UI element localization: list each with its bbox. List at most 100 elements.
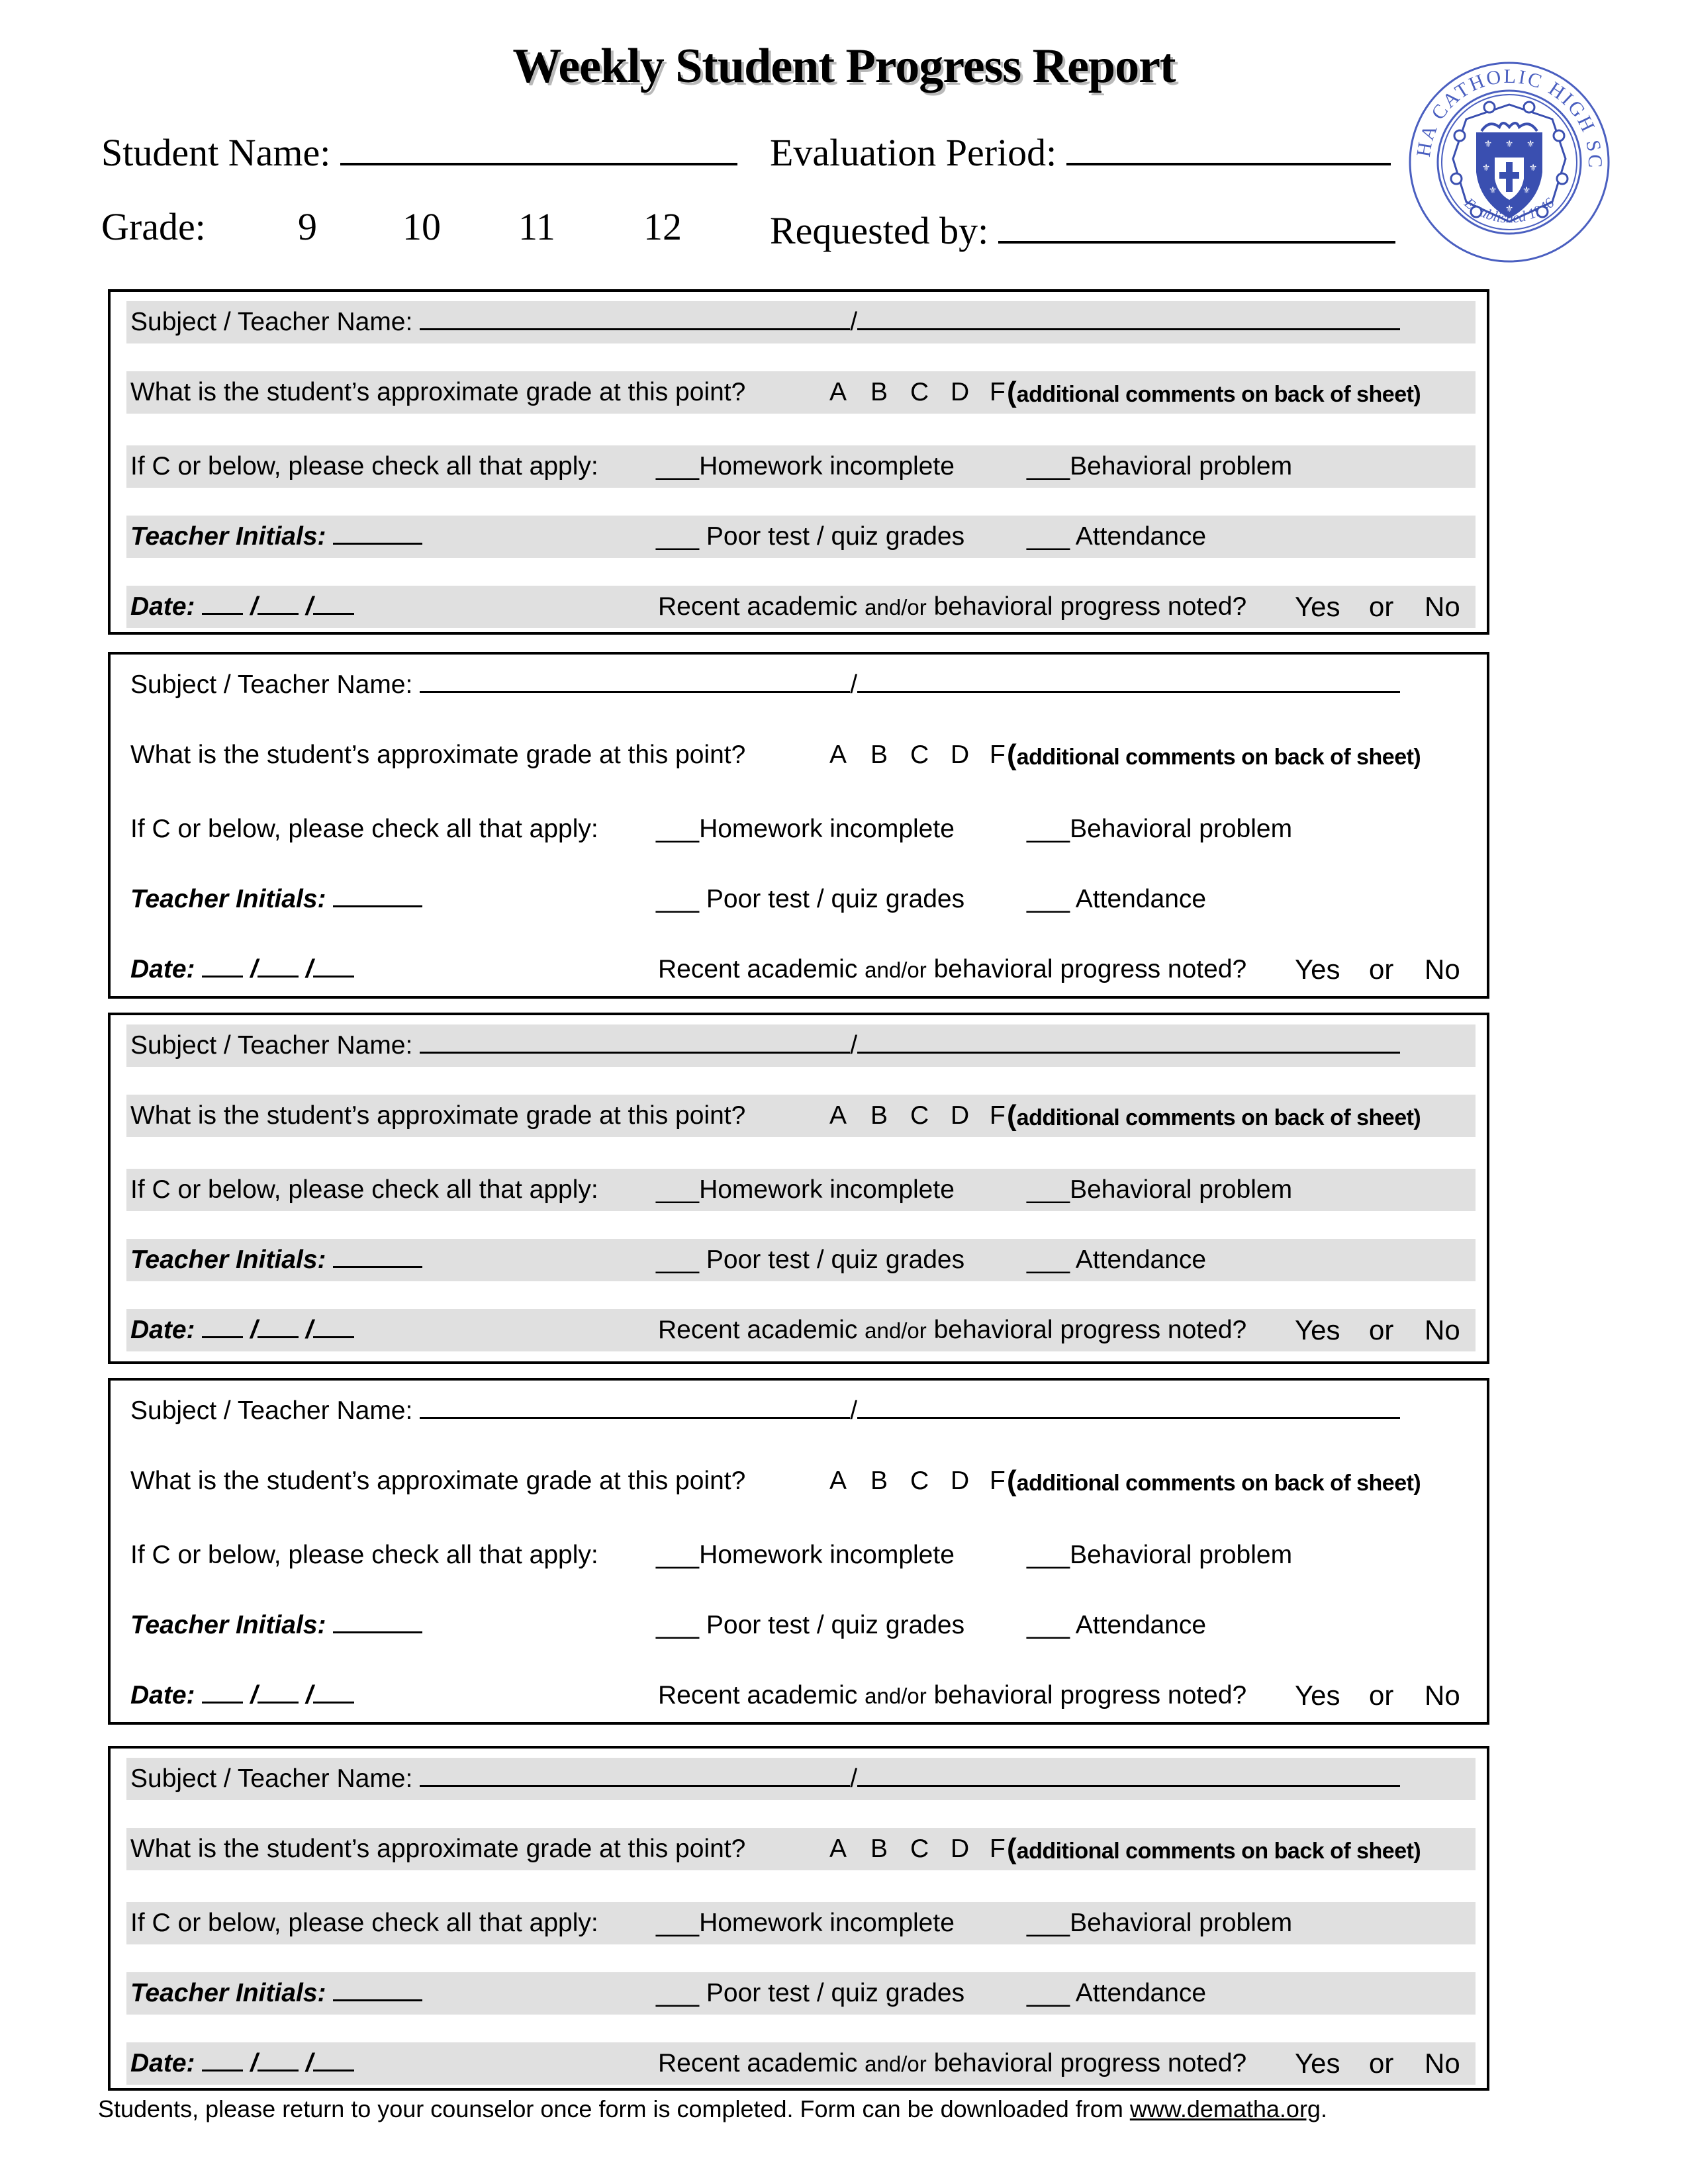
poor-test-option[interactable]: ___ Poor test / quiz grades (656, 1972, 964, 2015)
homework-incomplete-option[interactable]: ___Homework incomplete (656, 1902, 955, 1944)
poor-test-checkbox-blank[interactable]: ___ (656, 1246, 699, 1274)
grade-option-9[interactable]: 9 (298, 208, 317, 246)
grade-letter-d[interactable]: D (951, 1460, 969, 1502)
date-year-field[interactable] (312, 590, 354, 615)
date-month-field[interactable] (202, 1679, 244, 1704)
grade-letter-b[interactable]: B (870, 371, 888, 414)
grade-letter-a[interactable]: A (829, 1460, 847, 1502)
teacher-initials-field[interactable] (333, 1244, 423, 1268)
progress-no-option[interactable]: No (1425, 2042, 1460, 2085)
grade-letter-a[interactable]: A (829, 1828, 847, 1870)
teacher-initials-field[interactable] (333, 520, 423, 545)
website-link[interactable]: www.dematha.org (1130, 2095, 1321, 2122)
behavioral-checkbox-blank[interactable]: ___ (1027, 1909, 1070, 1937)
date-day-field[interactable] (258, 2047, 299, 2071)
date-day-field[interactable] (258, 590, 299, 615)
grade-letter-b[interactable]: B (870, 1460, 888, 1502)
progress-yes-option[interactable]: Yes (1295, 586, 1340, 628)
grade-letter-f[interactable]: F (990, 1095, 1006, 1137)
teacher-initials-field[interactable] (333, 883, 423, 907)
grade-option-10[interactable]: 10 (402, 208, 441, 246)
poor-test-option[interactable]: ___ Poor test / quiz grades (656, 516, 964, 558)
poor-test-option[interactable]: ___ Poor test / quiz grades (656, 878, 964, 921)
attendance-checkbox-blank[interactable]: ___ (1027, 1246, 1070, 1274)
behavioral-checkbox-blank[interactable]: ___ (1027, 452, 1070, 480)
date-year-field[interactable] (312, 1679, 354, 1704)
date-day-field[interactable] (258, 1314, 299, 1338)
teacher-name-field[interactable] (857, 306, 1401, 330)
student-name-field[interactable] (340, 130, 737, 165)
date-month-field[interactable] (202, 953, 244, 978)
evaluation-period-field[interactable] (1066, 130, 1391, 165)
behavioral-checkbox-blank[interactable]: ___ (1027, 1541, 1070, 1569)
date-month-field[interactable] (202, 590, 244, 615)
behavioral-problem-option[interactable]: ___Behavioral problem (1027, 808, 1292, 850)
requested-by-field[interactable] (998, 208, 1395, 244)
grade-letter-f[interactable]: F (990, 371, 1006, 414)
homework-checkbox-blank[interactable]: ___ (656, 815, 699, 843)
teacher-name-field[interactable] (857, 1029, 1401, 1054)
teacher-name-field[interactable] (857, 668, 1401, 693)
teacher-name-field[interactable] (857, 1394, 1401, 1419)
attendance-checkbox-blank[interactable]: ___ (1027, 522, 1070, 551)
progress-no-option[interactable]: No (1425, 948, 1460, 991)
teacher-name-field[interactable] (857, 1762, 1401, 1787)
grade-letter-b[interactable]: B (870, 734, 888, 776)
attendance-checkbox-blank[interactable]: ___ (1027, 1611, 1070, 1639)
grade-option-11[interactable]: 11 (518, 208, 555, 246)
grade-letter-f[interactable]: F (990, 734, 1006, 776)
grade-letter-d[interactable]: D (951, 1095, 969, 1137)
homework-incomplete-option[interactable]: ___Homework incomplete (656, 808, 955, 850)
homework-incomplete-option[interactable]: ___Homework incomplete (656, 1534, 955, 1576)
attendance-checkbox-blank[interactable]: ___ (1027, 885, 1070, 913)
homework-checkbox-blank[interactable]: ___ (656, 452, 699, 480)
grade-letter-c[interactable]: C (910, 1095, 929, 1137)
teacher-initials-field[interactable] (333, 1609, 423, 1633)
grade-letter-d[interactable]: D (951, 734, 969, 776)
attendance-option[interactable]: ___ Attendance (1027, 1972, 1206, 2015)
subject-field[interactable] (420, 668, 851, 693)
date-year-field[interactable] (312, 953, 354, 978)
date-field[interactable]: Date: / / (130, 948, 354, 991)
subject-field[interactable] (420, 1762, 851, 1787)
date-field[interactable]: Date: / / (130, 1309, 354, 1351)
grade-letter-a[interactable]: A (829, 371, 847, 414)
date-day-field[interactable] (258, 953, 299, 978)
subject-field[interactable] (420, 1029, 851, 1054)
subject-field[interactable] (420, 1394, 851, 1419)
subject-field[interactable] (420, 306, 851, 330)
attendance-option[interactable]: ___ Attendance (1027, 516, 1206, 558)
grade-option-12[interactable]: 12 (643, 208, 682, 246)
homework-incomplete-option[interactable]: ___Homework incomplete (656, 445, 955, 488)
poor-test-checkbox-blank[interactable]: ___ (656, 885, 699, 913)
progress-no-option[interactable]: No (1425, 586, 1460, 628)
poor-test-checkbox-blank[interactable]: ___ (656, 1979, 699, 2007)
poor-test-checkbox-blank[interactable]: ___ (656, 1611, 699, 1639)
poor-test-option[interactable]: ___ Poor test / quiz grades (656, 1604, 964, 1647)
progress-yes-option[interactable]: Yes (1295, 1674, 1340, 1717)
behavioral-problem-option[interactable]: ___Behavioral problem (1027, 1534, 1292, 1576)
attendance-checkbox-blank[interactable]: ___ (1027, 1979, 1070, 2007)
behavioral-checkbox-blank[interactable]: ___ (1027, 1175, 1070, 1204)
grade-letter-a[interactable]: A (829, 1095, 847, 1137)
attendance-option[interactable]: ___ Attendance (1027, 1604, 1206, 1647)
date-field[interactable]: Date: / / (130, 586, 354, 628)
progress-no-option[interactable]: No (1425, 1309, 1460, 1351)
behavioral-problem-option[interactable]: ___Behavioral problem (1027, 445, 1292, 488)
grade-letter-c[interactable]: C (910, 1460, 929, 1502)
progress-yes-option[interactable]: Yes (1295, 1309, 1340, 1351)
grade-letter-d[interactable]: D (951, 371, 969, 414)
attendance-option[interactable]: ___ Attendance (1027, 878, 1206, 921)
progress-yes-option[interactable]: Yes (1295, 2042, 1340, 2085)
poor-test-option[interactable]: ___ Poor test / quiz grades (656, 1239, 964, 1281)
homework-checkbox-blank[interactable]: ___ (656, 1175, 699, 1204)
poor-test-checkbox-blank[interactable]: ___ (656, 522, 699, 551)
date-field[interactable]: Date: / / (130, 1674, 354, 1717)
grade-letter-c[interactable]: C (910, 1828, 929, 1870)
date-year-field[interactable] (312, 1314, 354, 1338)
attendance-option[interactable]: ___ Attendance (1027, 1239, 1206, 1281)
progress-no-option[interactable]: No (1425, 1674, 1460, 1717)
date-year-field[interactable] (312, 2047, 354, 2071)
grade-letter-c[interactable]: C (910, 734, 929, 776)
date-month-field[interactable] (202, 2047, 244, 2071)
